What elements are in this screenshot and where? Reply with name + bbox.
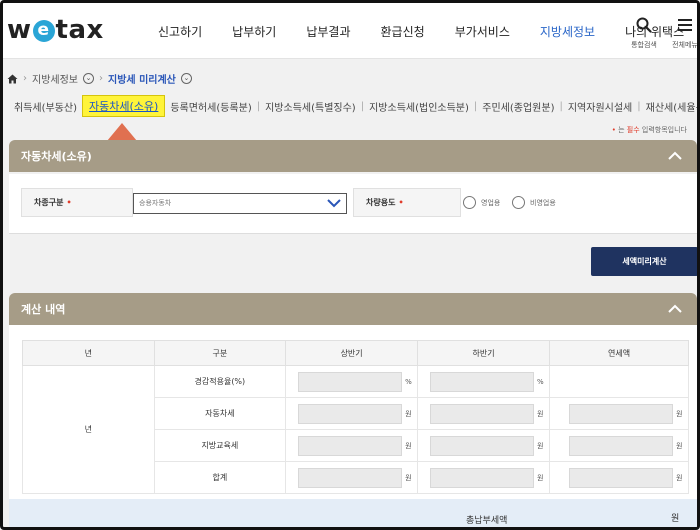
main-nav: 신고하기 납부하기 납부결과 환급신청 부가서비스 지방세정보 나의 위택스 (143, 3, 697, 59)
row-label-education-tax: 지방교육세 (153, 429, 287, 462)
col-first-half: 상반기 (285, 340, 419, 366)
annual-vehicle-tax-field (569, 403, 673, 424)
car-type-select[interactable]: 승용자동차 (133, 193, 347, 214)
first-half-vehicle-tax-field (298, 403, 403, 424)
col-annual: 연세액 (549, 340, 689, 366)
section-title: 자동차세(소유) (21, 150, 92, 163)
tab-regional-resource-tax[interactable]: 지역자원시설세 (563, 99, 637, 114)
second-half-total-field (430, 467, 535, 488)
header-menu-button[interactable]: 전체메뉴 (667, 17, 698, 50)
menu-label: 전체메뉴 (672, 41, 698, 49)
total-payment-unit: 원 (671, 514, 680, 524)
second-half-reduction-field (430, 371, 535, 392)
home-icon[interactable] (7, 74, 18, 84)
tab-local-income-corporate[interactable]: 지방소득세(법인소득분) (364, 99, 474, 114)
hamburger-menu-icon (678, 19, 692, 31)
row-label-total: 합계 (153, 461, 287, 494)
search-label: 통합검색 (631, 41, 657, 49)
year-cell: 년 (22, 365, 155, 494)
logo-text-w: w (7, 15, 32, 45)
logo-text-tax: tax (55, 15, 104, 45)
nav-item-payment-result[interactable]: 납부결과 (291, 23, 365, 40)
nav-item-local-tax-info[interactable]: 지방세정보 (525, 23, 610, 40)
car-type-label: 차종구분 • (21, 188, 133, 217)
calc-detail-table: 년 구분 상반기 하반기 연세액 년 경감적용율(%) % % 자동차세 원 원… (22, 340, 689, 494)
col-category: 구분 (153, 340, 287, 366)
col-year: 년 (22, 340, 155, 366)
header-search-button[interactable]: 통합검색 (626, 17, 662, 50)
row-label-vehicle-tax: 자동차세 (153, 397, 287, 430)
table-header-row: 년 구분 상반기 하반기 연세액 (22, 340, 689, 366)
tab-property-tax-special[interactable]: 재산세(세율특례) (641, 99, 697, 114)
vehicle-tax-section-header[interactable]: 자동차세(소유) (9, 140, 697, 172)
annual-education-tax-field (569, 435, 673, 456)
nav-item-extra-services[interactable]: 부가서비스 (440, 23, 525, 40)
second-half-education-tax-field (430, 435, 535, 456)
nav-item-payment[interactable]: 납부하기 (217, 23, 291, 40)
total-payment-label: 총납부세액 (466, 516, 508, 526)
site-header: w e tax 신고하기 납부하기 납부결과 환급신청 부가서비스 지방세정보 … (3, 3, 697, 59)
usage-label: 차량용도 • (353, 188, 461, 217)
search-icon (636, 17, 652, 33)
table-row: 년 경감적용율(%) % % (22, 365, 689, 494)
breadcrumb-separator-icon: › (23, 73, 27, 84)
first-half-total-field (298, 467, 403, 488)
breadcrumb-tax-precalc[interactable]: 지방세 미리계산 (108, 71, 176, 86)
wetax-logo[interactable]: w e tax (7, 15, 104, 45)
chevron-down-icon[interactable]: ⌄ (180, 73, 192, 84)
first-half-education-tax-field (298, 435, 403, 456)
tab-registration-license-tax[interactable]: 등록면허세(등록분) (165, 99, 256, 114)
annual-total-field (569, 467, 673, 488)
chevron-down-icon[interactable]: ⌄ (83, 73, 94, 84)
nav-item-refund[interactable]: 환급신청 (366, 23, 440, 40)
tab-vehicle-tax[interactable]: 자동차세(소유) (82, 95, 166, 117)
row-label-reduction-rate: 경감적용율(%) (153, 365, 287, 398)
browser-frame: w e tax 신고하기 납부하기 납부결과 환급신청 부가서비스 지방세정보 … (0, 0, 700, 530)
breadcrumb-separator-icon: › (99, 73, 103, 84)
breadcrumb: › 지방세정보 ⌄ › 지방세 미리계산 ⌄ (7, 71, 192, 86)
second-half-vehicle-tax-field (430, 403, 535, 424)
usage-radio-commercial[interactable]: 영업용 (463, 196, 500, 209)
total-payment-band: 총납부세액 원 (9, 499, 697, 527)
tab-resident-tax-employee[interactable]: 주민세(종업원분) (477, 99, 559, 114)
tab-acquisition-tax[interactable]: 취득세(부동산) (9, 99, 82, 114)
calculate-tax-button[interactable]: 세액미리계산 (591, 247, 697, 276)
logo-e-icon: e (32, 20, 55, 42)
tab-local-income-withholding[interactable]: 지방소득세(특별징수) (260, 99, 361, 114)
tax-type-tabs: 취득세(부동산) 자동차세(소유) 등록면허세(등록분) | 지방소득세(특별징… (9, 95, 697, 117)
nav-item-file-return[interactable]: 신고하기 (143, 23, 217, 40)
annual-reduction-empty (549, 365, 689, 398)
vehicle-tax-form: 차종구분 • 승용자동차 차량용도 • 영업용 비영업용 (9, 174, 697, 234)
usage-radio-noncommercial[interactable]: 비영업용 (512, 196, 556, 209)
section-title: 계산 내역 (21, 303, 66, 316)
first-half-reduction-field (298, 371, 403, 392)
required-note: • 는 필수 입력항목입니다 (611, 126, 687, 134)
col-second-half: 하반기 (417, 340, 551, 366)
chevron-down-icon (327, 199, 341, 208)
chevron-up-icon[interactable] (667, 148, 683, 164)
breadcrumb-local-tax-info[interactable]: 지방세정보 (32, 71, 78, 86)
calc-detail-section-header[interactable]: 계산 내역 (9, 293, 697, 325)
chevron-up-icon[interactable] (667, 301, 683, 317)
